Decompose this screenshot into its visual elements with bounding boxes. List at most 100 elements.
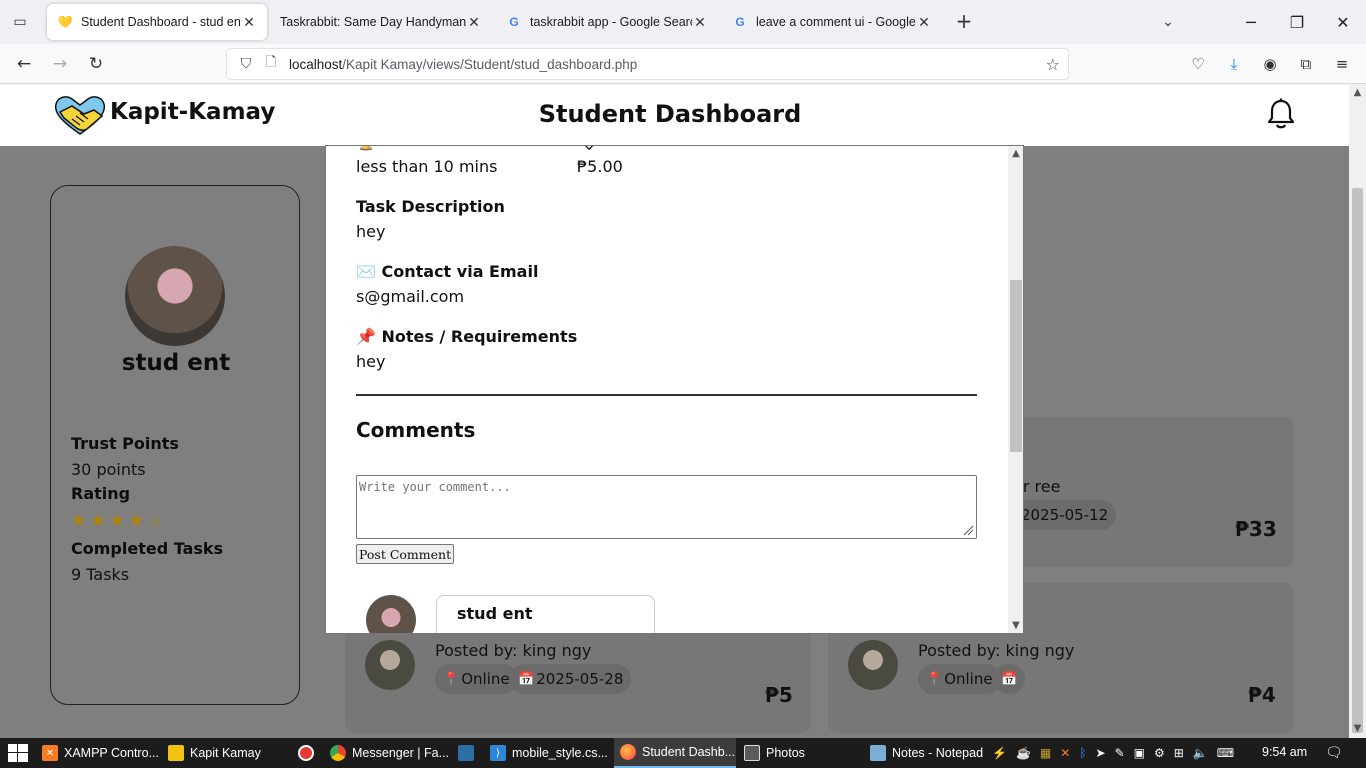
extensions-icon[interactable]: ⧉ bbox=[1292, 50, 1320, 78]
network-icon[interactable]: ⊞ bbox=[1174, 746, 1184, 760]
taskbar-label: Notes - Notepad bbox=[892, 746, 984, 760]
divider bbox=[356, 394, 977, 396]
pointer-icon[interactable]: ➤ bbox=[1096, 746, 1106, 760]
task-date-pill: 2025-05-12 bbox=[1013, 500, 1117, 530]
browser-navbar: ← → ↻ ⛉ 🗋 localhost/Kapit Kamay/views/St… bbox=[0, 44, 1366, 84]
close-window-icon[interactable]: ✕ bbox=[1320, 0, 1366, 44]
account-icon[interactable]: ◉ bbox=[1256, 50, 1284, 78]
tab-google-search-comment-ui[interactable]: G leave a comment ui - Google Se ✕ bbox=[722, 4, 942, 40]
tab-taskrabbit[interactable]: Taskrabbit: Same Day Handyman, M ✕ bbox=[270, 4, 492, 40]
close-tab-icon[interactable]: ✕ bbox=[466, 14, 482, 31]
bookmark-star-icon[interactable]: ☆ bbox=[1046, 55, 1060, 74]
tab-title: leave a comment ui - Google Se bbox=[756, 15, 916, 29]
windows-start-icon[interactable] bbox=[8, 744, 28, 762]
vscode-icon: ⟩ bbox=[490, 745, 506, 761]
tab-google-search-taskrabbit[interactable]: G taskrabbit app - Google Search ✕ bbox=[496, 4, 718, 40]
comment-input[interactable] bbox=[356, 475, 977, 539]
camera-icon[interactable]: ▣ bbox=[1134, 746, 1145, 760]
notification-center-icon[interactable]: 🗨 bbox=[1325, 744, 1343, 762]
notification-bell-icon[interactable] bbox=[1266, 98, 1296, 130]
taskbar-recorder[interactable] bbox=[298, 738, 322, 768]
taskbar-file-explorer[interactable]: Kapit Kamay bbox=[168, 738, 290, 768]
estimated-duration-label-cutoff: ⌛ bbox=[356, 146, 376, 151]
scroll-down-icon[interactable]: ▼ bbox=[1008, 620, 1023, 631]
task-location: Online bbox=[944, 670, 993, 688]
comment-author: stud ent bbox=[457, 604, 533, 623]
task-price: ₱4 bbox=[1248, 683, 1276, 707]
page-info-icon[interactable]: 🗋 bbox=[261, 53, 281, 75]
forward-icon[interactable]: → bbox=[46, 50, 74, 78]
pocket-icon[interactable]: ♡ bbox=[1184, 50, 1212, 78]
profile-card: stud ent Trust Points 30 points Rating ★… bbox=[50, 185, 300, 705]
xampp-tray-icon[interactable]: ✕ bbox=[1060, 746, 1070, 760]
taskbar-photos[interactable]: Photos bbox=[744, 738, 864, 768]
bluetooth-icon[interactable]: ᛒ bbox=[1079, 746, 1086, 760]
back-icon[interactable]: ← bbox=[10, 50, 38, 78]
kapit-kamay-favicon-icon: 💛 bbox=[57, 15, 73, 29]
restore-icon[interactable]: ❐ bbox=[1274, 0, 1320, 44]
lightning-icon[interactable]: ⚡ bbox=[992, 746, 1007, 760]
system-tray: ⚡ ☕ ▦ ✕ ᛒ ➤ ✎ ▣ ⚙ ⊞ 🔈 ⌨ bbox=[992, 738, 1234, 768]
taskbar-xampp[interactable]: ✕ XAMPP Contro... bbox=[42, 738, 164, 768]
url-text[interactable]: localhost/Kapit Kamay/views/Student/stud… bbox=[289, 57, 637, 72]
taskbar-clock[interactable]: 9:54 am bbox=[1262, 745, 1307, 759]
downloads-icon[interactable]: ⤓ bbox=[1220, 50, 1248, 78]
new-tab-icon[interactable]: + bbox=[952, 10, 976, 34]
taskbar-vscode[interactable]: ⟩ mobile_style.cs... bbox=[490, 738, 612, 768]
close-tab-icon[interactable]: ✕ bbox=[241, 14, 257, 31]
page-title: Student Dashboard bbox=[538, 100, 802, 128]
volume-icon[interactable]: 🔈 bbox=[1193, 746, 1208, 760]
close-tab-icon[interactable]: ✕ bbox=[692, 14, 708, 31]
scroll-down-icon[interactable]: ▼ bbox=[1349, 723, 1366, 734]
scroll-up-icon[interactable]: ▲ bbox=[1008, 148, 1023, 159]
language-icon[interactable]: ⌨ bbox=[1217, 746, 1234, 760]
taskbar-firefox[interactable]: Student Dashb... bbox=[614, 738, 736, 768]
page-scrollbar[interactable]: ▲ ▼ bbox=[1349, 85, 1366, 738]
tray-app-icon[interactable]: ✎ bbox=[1115, 746, 1125, 760]
contact-email-value: s@gmail.com bbox=[356, 287, 465, 306]
calendar-icon: 📅 bbox=[518, 671, 535, 687]
resize-handle-icon[interactable] bbox=[962, 524, 974, 536]
task-date-pill: 📅 bbox=[993, 664, 1026, 694]
menu-icon[interactable]: ≡ bbox=[1328, 50, 1356, 78]
profile-avatar bbox=[125, 246, 225, 346]
taskbar-label: Photos bbox=[766, 746, 805, 760]
task-price: ₱5 bbox=[765, 683, 793, 707]
site-header: Kapit-Kamay Student Dashboard bbox=[0, 85, 1349, 146]
chrome-icon bbox=[330, 745, 346, 761]
record-icon bbox=[298, 745, 314, 761]
taskbar-label: Kapit Kamay bbox=[190, 746, 261, 760]
reload-icon[interactable]: ↻ bbox=[82, 50, 110, 78]
address-bar[interactable]: ⛉ 🗋 localhost/Kapit Kamay/views/Student/… bbox=[226, 48, 1069, 80]
modal-scroll-thumb[interactable] bbox=[1010, 280, 1022, 452]
list-all-tabs-icon[interactable]: ⌄ bbox=[1156, 10, 1180, 34]
task-date: 2025-05-12 bbox=[1021, 506, 1109, 524]
tab-manager-icon[interactable]: ▭ bbox=[8, 10, 32, 34]
cup-icon[interactable]: ☕ bbox=[1016, 746, 1031, 760]
task-location-pill: 📍 Online bbox=[435, 664, 518, 694]
task-posted-by: Posted by: king ngy bbox=[918, 641, 1075, 660]
taskbar-chrome-messenger[interactable]: Messenger | Fa... bbox=[330, 738, 450, 768]
tracking-shield-icon[interactable]: ⛉ bbox=[231, 56, 261, 72]
grid-app-icon[interactable]: ▦ bbox=[1040, 746, 1051, 760]
comment-timestamp-cutoff: ⋯ bbox=[457, 629, 471, 633]
task-location-pill: 📍 Online bbox=[918, 664, 1001, 694]
task-date: 2025-05-28 bbox=[536, 670, 624, 688]
app-icon bbox=[458, 745, 474, 761]
calendar-icon: 📅 bbox=[1001, 671, 1018, 687]
page-scroll-thumb[interactable] bbox=[1352, 188, 1363, 733]
tab-student-dashboard[interactable]: 💛 Student Dashboard - stud ent ✕ bbox=[47, 4, 267, 40]
scroll-up-icon[interactable]: ▲ bbox=[1349, 87, 1366, 98]
post-comment-button[interactable]: Post Comment bbox=[356, 544, 455, 564]
close-tab-icon[interactable]: ✕ bbox=[916, 14, 932, 31]
completed-tasks-label: Completed Tasks bbox=[71, 539, 224, 558]
minimize-icon[interactable]: ─ bbox=[1228, 0, 1274, 44]
task-date-pill: 📅 2025-05-28 bbox=[510, 664, 632, 694]
taskbar-app[interactable] bbox=[458, 738, 482, 768]
taskbar-label: XAMPP Contro... bbox=[64, 746, 159, 760]
modal-scrollbar[interactable]: ▲ ▼ bbox=[1008, 146, 1023, 633]
settings-icon[interactable]: ⚙ bbox=[1154, 746, 1165, 760]
price-label-cutoff: 🏷 bbox=[577, 146, 597, 151]
firefox-icon bbox=[620, 744, 636, 760]
taskbar-notepad[interactable]: Notes - Notepad bbox=[870, 738, 990, 768]
